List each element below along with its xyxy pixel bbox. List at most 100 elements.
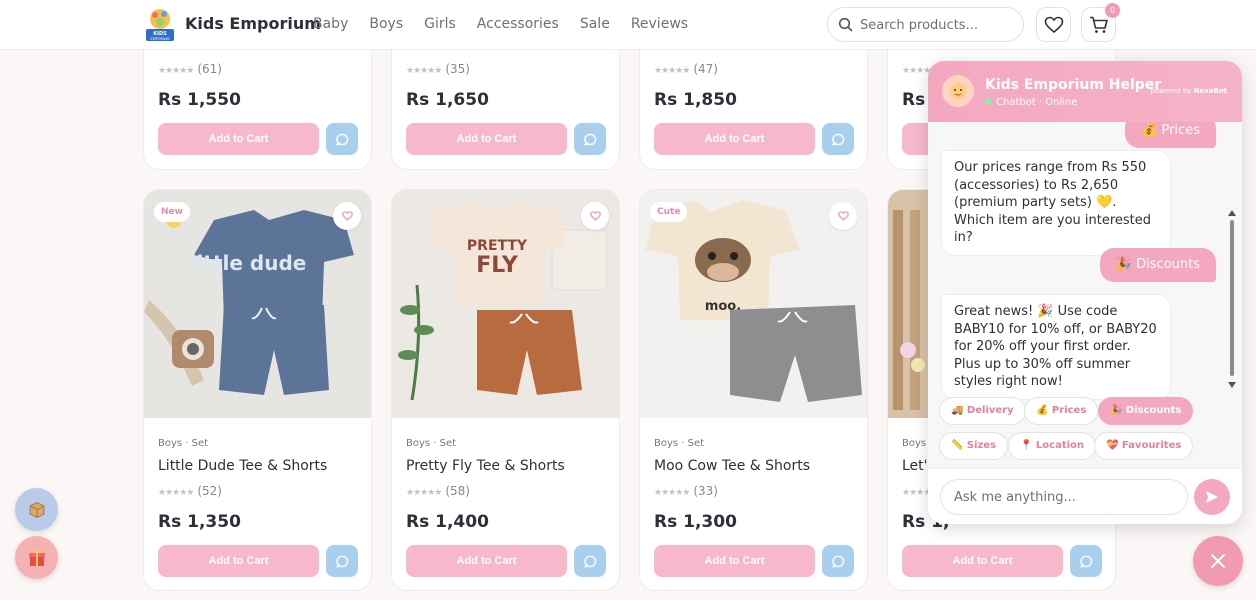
ask-button[interactable] <box>822 545 854 577</box>
ask-button[interactable] <box>574 123 606 155</box>
heart-icon <box>341 211 353 221</box>
user-message: 🎉 Discounts <box>1099 248 1216 282</box>
shirt-print-line2: FLY <box>476 253 519 278</box>
nav-baby[interactable]: Baby <box>313 16 348 32</box>
heart-icon <box>589 211 601 221</box>
chat-bubble-icon <box>1079 555 1092 567</box>
main-nav: Baby Boys Girls Accessories Sale Reviews <box>313 16 688 32</box>
svg-text:EMPORIUM: EMPORIUM <box>150 37 169 41</box>
search-box <box>827 7 1024 42</box>
add-to-cart-button[interactable]: Add to Cart <box>158 545 319 577</box>
product-title[interactable]: Little Dude Tee & Shorts <box>158 458 327 474</box>
online-dot-icon <box>985 98 992 105</box>
product-category: Boys · Set <box>654 438 705 449</box>
rewards-button[interactable] <box>15 536 58 579</box>
gift-icon <box>28 549 45 566</box>
chat-status: Chatbot · Online <box>985 97 1078 108</box>
quick-reply-prices[interactable]: 💰 Prices <box>1024 397 1099 425</box>
logo-icon: KIDS EMPORIUM <box>146 9 174 41</box>
chat-bubble-icon <box>831 555 844 567</box>
product-card: little dude New Boys · Set Little Dude T… <box>143 189 372 591</box>
quick-reply-delivery[interactable]: 🚚 Delivery <box>939 397 1026 425</box>
chat-input-bar <box>928 468 1242 524</box>
bot-message: Our prices range from Rs 550 (accessorie… <box>941 150 1171 256</box>
badge-new: New <box>154 202 190 222</box>
price: Rs 1,550 <box>158 90 241 110</box>
chat-title: Kids Emporium Helper <box>985 77 1162 93</box>
add-to-cart-button[interactable]: Add to Cart <box>654 123 815 155</box>
quick-reply-discounts[interactable]: 🎉 Discounts <box>1098 397 1194 425</box>
search-icon <box>838 17 853 36</box>
send-icon <box>1206 491 1218 503</box>
quick-reply-sizes[interactable]: 📏 Sizes <box>939 432 1009 460</box>
add-to-cart-button[interactable]: Add to Cart <box>902 545 1063 577</box>
baby-face-icon <box>950 83 966 99</box>
heart-icon <box>837 211 849 221</box>
ask-button[interactable] <box>326 123 358 155</box>
chat-input[interactable] <box>940 479 1188 515</box>
product-card: PRETTY FLY Boys · Set Pretty Fly Tee & S… <box>391 189 620 591</box>
site-header: KIDS EMPORIUM Kids Emporium Baby Boys Gi… <box>0 0 1256 50</box>
ask-button[interactable] <box>1070 545 1102 577</box>
product-title[interactable]: Pretty Fly Tee & Shorts <box>406 458 565 474</box>
nav-reviews[interactable]: Reviews <box>631 16 688 32</box>
add-to-cart-button[interactable]: Add to Cart <box>654 545 815 577</box>
chat-widget: Kids Emporium Helper Chatbot · Online po… <box>928 61 1242 524</box>
bot-message: Great news! 🎉 Use code BABY10 for 10% of… <box>941 294 1171 400</box>
price: Rs 1,350 <box>158 512 241 532</box>
wishlist-button[interactable] <box>1036 7 1071 42</box>
chat-bubble-icon <box>583 555 596 567</box>
chat-scrollbar[interactable] <box>1228 210 1236 388</box>
stars-icon: ★★★★★ <box>158 488 194 498</box>
nav-sale[interactable]: Sale <box>580 16 610 32</box>
product-title[interactable]: Moo Cow Tee & Shorts <box>654 458 810 474</box>
nav-accessories[interactable]: Accessories <box>477 16 559 32</box>
ask-button[interactable] <box>822 123 854 155</box>
brand-name[interactable]: Kids Emporium <box>185 14 321 33</box>
stars-icon: ★★★★★ <box>406 488 442 498</box>
rating: ★★★★★ (33) <box>654 484 718 498</box>
product-category: Boys · Set <box>158 438 209 449</box>
favorite-button[interactable] <box>581 202 609 230</box>
rating: ★★★★★ (52) <box>158 484 222 498</box>
favorite-button[interactable] <box>829 202 857 230</box>
cart-icon <box>1089 16 1108 33</box>
shirt-print: little dude <box>190 251 307 275</box>
product-category: Boys <box>902 438 927 449</box>
chat-bubble-icon <box>831 133 844 145</box>
send-button[interactable] <box>1194 479 1230 515</box>
quick-reply-favourites[interactable]: 💝 Favourites <box>1094 432 1194 460</box>
chat-bubble-icon <box>335 133 348 145</box>
add-to-cart-button[interactable]: Add to Cart <box>406 123 567 155</box>
product-category: Boys · Set <box>406 438 457 449</box>
product-card: moo. Cute Boys · Set Moo Cow Tee & Short… <box>639 189 868 591</box>
ask-button[interactable] <box>574 545 606 577</box>
price: Rs 1,650 <box>406 90 489 110</box>
powered-by: powered by NexaBot <box>1150 87 1227 95</box>
heart-icon <box>1044 16 1063 33</box>
user-message: 💰 Prices <box>1125 122 1216 148</box>
price: Rs 1,400 <box>406 512 489 532</box>
nav-boys[interactable]: Boys <box>369 16 403 32</box>
favorite-button[interactable] <box>333 202 361 230</box>
price: Rs 1,850 <box>654 90 737 110</box>
brand-logo[interactable]: KIDS EMPORIUM <box>144 6 176 42</box>
nav-girls[interactable]: Girls <box>424 16 456 32</box>
rating: ★★★★★ (61) <box>158 62 222 76</box>
price: Rs 1,300 <box>654 512 737 532</box>
order-tracking-button[interactable] <box>15 488 58 531</box>
add-to-cart-button[interactable]: Add to Cart <box>406 545 567 577</box>
quick-reply-location[interactable]: 📍 Location <box>1008 432 1097 460</box>
chat-bubble-icon <box>583 133 596 145</box>
close-chat-button[interactable] <box>1193 536 1243 586</box>
chat-bubble-icon <box>335 555 348 567</box>
cart-count-badge: 0 <box>1105 3 1120 18</box>
bot-avatar <box>942 75 974 107</box>
close-icon <box>1211 554 1225 568</box>
ask-button[interactable] <box>326 545 358 577</box>
rating: ★★★★★ (35) <box>406 62 470 76</box>
search-input[interactable] <box>860 16 1015 34</box>
add-to-cart-button[interactable]: Add to Cart <box>158 123 319 155</box>
rating: ★★★★★ (47) <box>654 62 718 76</box>
chat-header: Kids Emporium Helper Chatbot · Online po… <box>928 61 1242 122</box>
